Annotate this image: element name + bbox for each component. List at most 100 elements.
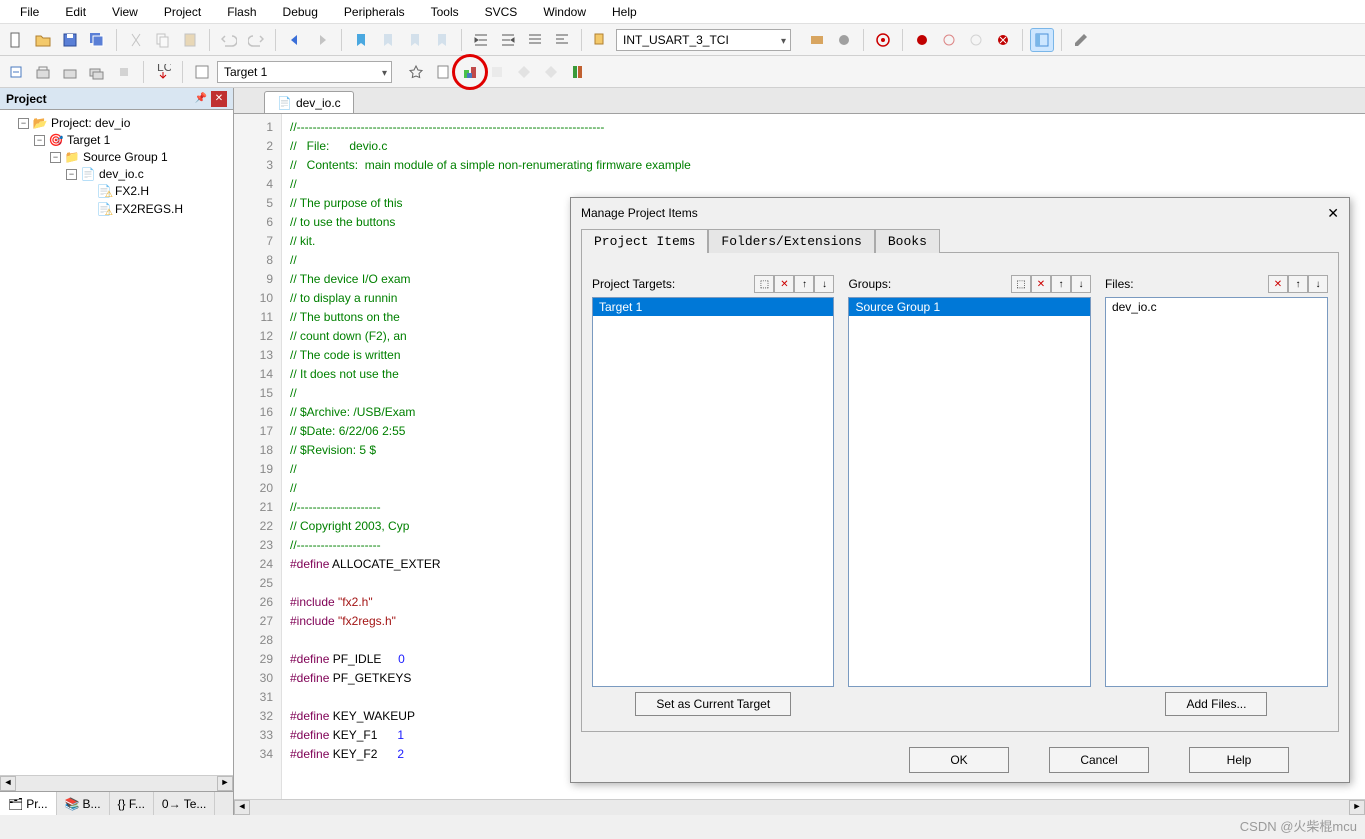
tools-icon[interactable] (832, 28, 856, 52)
uncomment-icon[interactable] (550, 28, 574, 52)
undo-icon[interactable] (217, 28, 241, 52)
new-icon[interactable]: ⬚ (1011, 275, 1031, 293)
tab-folders-extensions[interactable]: Folders/Extensions (708, 229, 874, 253)
rte-icon[interactable] (539, 60, 563, 84)
download-icon[interactable]: LOAD (151, 60, 175, 84)
translate-icon[interactable] (4, 60, 28, 84)
pin-icon[interactable]: 📌 (193, 91, 209, 107)
tab-books[interactable]: 📚B... (57, 792, 110, 815)
bookmark-next-icon[interactable] (403, 28, 427, 52)
move-down-icon[interactable]: ↓ (1308, 275, 1328, 293)
set-current-target-button[interactable]: Set as Current Target (635, 692, 791, 716)
targets-list[interactable]: Target 1 (592, 297, 834, 687)
build-icon[interactable] (31, 60, 55, 84)
find-in-files-icon[interactable] (589, 28, 613, 52)
tree-file[interactable]: dev_io.c (99, 167, 144, 181)
groups-list[interactable]: Source Group 1 (848, 297, 1090, 687)
save-all-icon[interactable] (85, 28, 109, 52)
rebuild-icon[interactable] (58, 60, 82, 84)
paste-icon[interactable] (178, 28, 202, 52)
tree-target[interactable]: Target 1 (67, 133, 110, 147)
menu-peripherals[interactable]: Peripherals (332, 2, 417, 22)
delete-icon[interactable]: ✕ (774, 275, 794, 293)
move-up-icon[interactable]: ↑ (794, 275, 814, 293)
tab-templates[interactable]: 0→ Te... (154, 792, 215, 815)
options-target-icon[interactable] (404, 60, 428, 84)
file-tab-devio[interactable]: 📄dev_io.c (264, 91, 354, 113)
files-list[interactable]: dev_io.c (1105, 297, 1328, 687)
tab-functions[interactable]: {} F... (110, 792, 154, 815)
delete-icon[interactable]: ✕ (1031, 275, 1051, 293)
debug-settings-icon[interactable] (805, 28, 829, 52)
bookmark-toggle-icon[interactable] (349, 28, 373, 52)
move-up-icon[interactable]: ↑ (1051, 275, 1071, 293)
menu-flash[interactable]: Flash (215, 2, 268, 22)
copy-icon[interactable] (151, 28, 175, 52)
tab-project-items[interactable]: Project Items (581, 229, 708, 253)
breakpoint-insert-icon[interactable] (910, 28, 934, 52)
close-panel-icon[interactable]: ✕ (211, 91, 227, 107)
list-item[interactable]: Source Group 1 (849, 298, 1089, 316)
comment-icon[interactable] (523, 28, 547, 52)
list-item[interactable]: Target 1 (593, 298, 833, 316)
menu-debug[interactable]: Debug (271, 2, 330, 22)
tree-inc1[interactable]: FX2.H (115, 184, 149, 198)
new-icon[interactable]: ⬚ (754, 275, 774, 293)
window-layout-icon[interactable] (1030, 28, 1054, 52)
batch-build-icon[interactable] (85, 60, 109, 84)
tree-toggle-icon[interactable]: − (34, 135, 45, 146)
stop-build-icon[interactable] (112, 60, 136, 84)
tree-group[interactable]: Source Group 1 (83, 150, 168, 164)
nav-back-icon[interactable] (283, 28, 307, 52)
configure-icon[interactable] (1069, 28, 1093, 52)
open-file-icon[interactable] (31, 28, 55, 52)
move-up-icon[interactable]: ↑ (1288, 275, 1308, 293)
tree-toggle-icon[interactable]: − (18, 118, 29, 129)
breakpoint-kill-icon[interactable] (991, 28, 1015, 52)
new-file-icon[interactable] (4, 28, 28, 52)
save-icon[interactable] (58, 28, 82, 52)
manage-project-items-icon[interactable] (458, 60, 482, 84)
project-tree[interactable]: −📂Project: dev_io −🎯Target 1 −📁Source Gr… (0, 110, 233, 775)
menu-tools[interactable]: Tools (419, 2, 471, 22)
bookmark-prev-icon[interactable] (376, 28, 400, 52)
dialog-close-icon[interactable]: ✕ (1327, 205, 1339, 222)
menu-help[interactable]: Help (600, 2, 649, 22)
bookmark-clear-icon[interactable] (430, 28, 454, 52)
debug-start-icon[interactable] (871, 28, 895, 52)
menu-svcs[interactable]: SVCS (473, 2, 530, 22)
nav-forward-icon[interactable] (310, 28, 334, 52)
menu-project[interactable]: Project (152, 2, 213, 22)
project-window-icon[interactable] (190, 60, 214, 84)
books-icon[interactable] (566, 60, 590, 84)
tab-books[interactable]: Books (875, 229, 940, 253)
sidebar-hscroll[interactable]: ◄► (0, 775, 233, 791)
pack-installer-icon[interactable] (512, 60, 536, 84)
tree-toggle-icon[interactable]: − (66, 169, 77, 180)
menu-edit[interactable]: Edit (53, 2, 98, 22)
tree-project[interactable]: Project: dev_io (51, 116, 130, 130)
breakpoint-enable-icon[interactable] (937, 28, 961, 52)
cut-icon[interactable] (124, 28, 148, 52)
ok-button[interactable]: OK (909, 747, 1009, 773)
tree-inc2[interactable]: FX2REGS.H (115, 202, 183, 216)
redo-icon[interactable] (244, 28, 268, 52)
breakpoint-disable-icon[interactable] (964, 28, 988, 52)
move-down-icon[interactable]: ↓ (1071, 275, 1091, 293)
move-down-icon[interactable]: ↓ (814, 275, 834, 293)
editor-hscroll[interactable]: ◄► (234, 799, 1365, 815)
cancel-button[interactable]: Cancel (1049, 747, 1149, 773)
file-extensions-icon[interactable] (431, 60, 455, 84)
list-item[interactable]: dev_io.c (1106, 298, 1327, 316)
tree-toggle-icon[interactable]: − (50, 152, 61, 163)
menu-view[interactable]: View (100, 2, 150, 22)
help-button[interactable]: Help (1189, 747, 1289, 773)
outdent-icon[interactable] (496, 28, 520, 52)
delete-icon[interactable]: ✕ (1268, 275, 1288, 293)
target-combo[interactable]: Target 1 (217, 61, 392, 83)
add-files-button[interactable]: Add Files... (1165, 692, 1267, 716)
indent-icon[interactable] (469, 28, 493, 52)
menu-file[interactable]: File (8, 2, 51, 22)
config-combo[interactable]: INT_USART_3_TCI (616, 29, 791, 51)
select-pack-icon[interactable] (485, 60, 509, 84)
